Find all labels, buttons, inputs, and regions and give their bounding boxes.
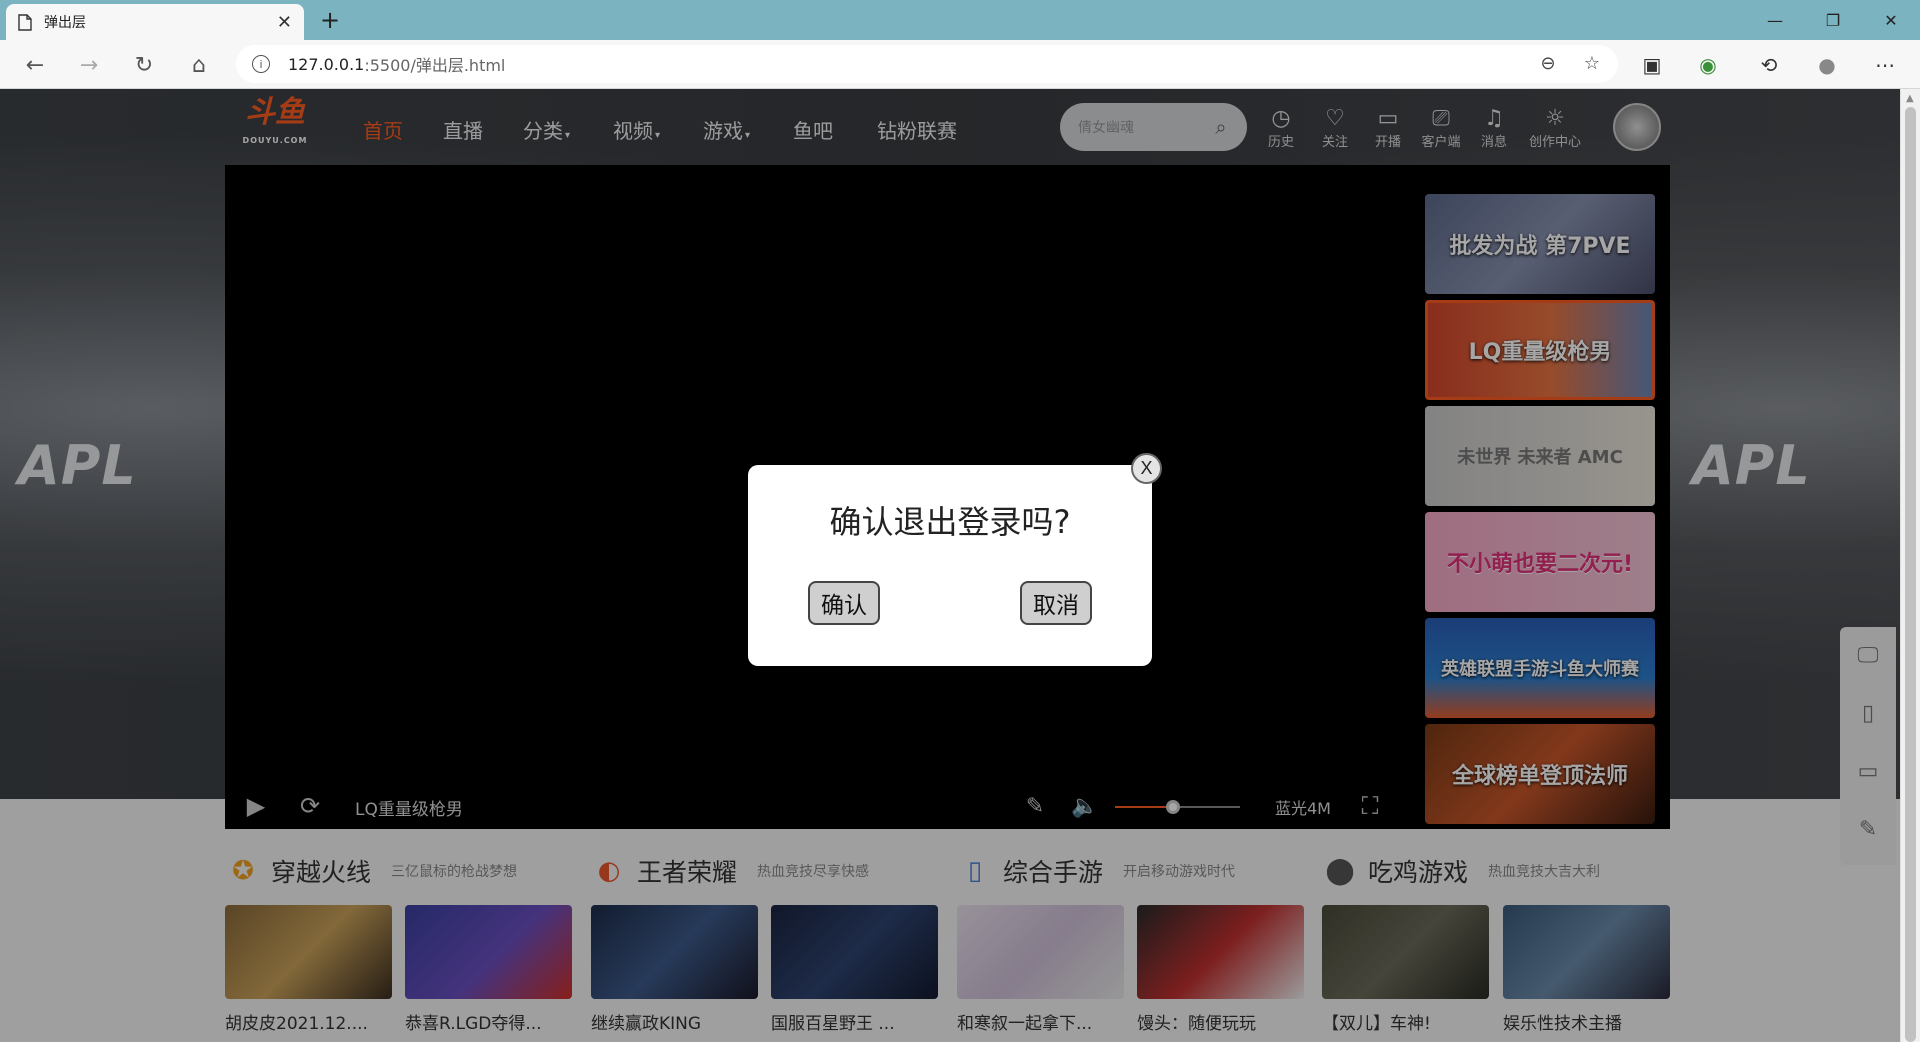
page-icon: [18, 13, 32, 31]
home-icon[interactable]: ⌂: [184, 50, 214, 80]
tab-title: 弹出层: [44, 15, 86, 31]
extension-icon[interactable]: ▣: [1637, 50, 1667, 80]
more-menu-icon[interactable]: ⋯: [1870, 50, 1900, 80]
history-toolbar-icon[interactable]: ⟲: [1754, 50, 1784, 80]
url-host: 127.0.0.1: [288, 54, 365, 74]
new-tab-button[interactable]: +: [316, 6, 344, 34]
browser-tab[interactable]: 弹出层 ✕: [6, 4, 304, 40]
dialog-title: 确认退出登录吗?: [829, 503, 1071, 541]
cancel-button[interactable]: 取消: [1020, 581, 1092, 625]
browser-tab-bar: 弹出层 ✕ + — ❐ ✕: [0, 0, 1920, 40]
info-icon[interactable]: i: [252, 55, 270, 73]
browser-toolbar: ← → ↻ ⌂ i 127.0.0.1:5500/弹出层.html ⊖ ☆ ▣ …: [0, 40, 1920, 89]
maximize-button[interactable]: ❐: [1810, 6, 1856, 34]
address-bar[interactable]: i 127.0.0.1:5500/弹出层.html: [236, 45, 1618, 83]
logout-confirm-dialog: 确认退出登录吗? 确认 取消 X: [748, 453, 1162, 666]
dialog-close-button[interactable]: X: [1131, 453, 1162, 484]
profile-icon[interactable]: ●: [1812, 50, 1842, 80]
refresh-icon[interactable]: ↻: [129, 50, 159, 80]
forward-icon[interactable]: →: [74, 50, 104, 80]
tab-close-icon[interactable]: ✕: [277, 12, 292, 33]
confirm-button[interactable]: 确认: [808, 581, 880, 625]
scroll-up-icon[interactable]: ▲: [1906, 93, 1914, 104]
back-icon[interactable]: ←: [20, 50, 50, 80]
globe-extension-icon[interactable]: ◉: [1693, 50, 1723, 80]
page-scrollbar[interactable]: ▲: [1900, 89, 1920, 1042]
zoom-icon[interactable]: ⊖: [1534, 49, 1562, 77]
favorite-star-icon[interactable]: ☆: [1578, 49, 1606, 77]
minimize-button[interactable]: —: [1752, 6, 1798, 34]
window-close-button[interactable]: ✕: [1868, 6, 1914, 34]
url-path: :5500/弹出层.html: [364, 56, 506, 75]
scrollbar-thumb[interactable]: [1905, 107, 1916, 1042]
